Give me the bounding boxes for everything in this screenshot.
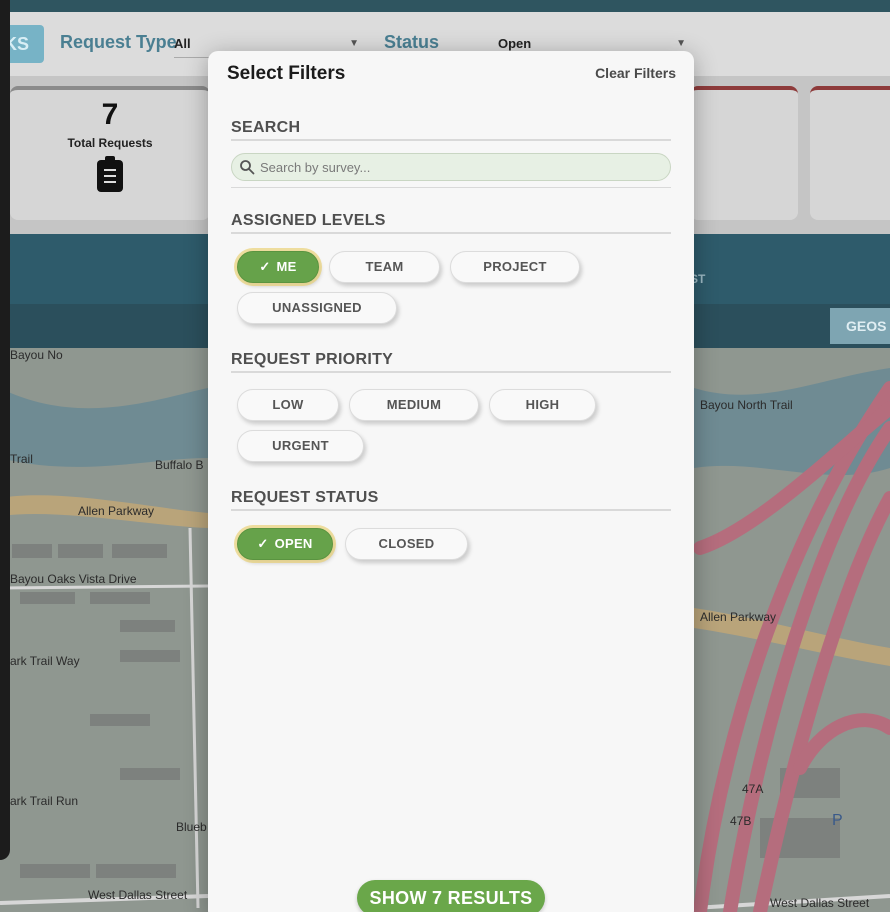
- request-type-label: Request Type: [60, 32, 177, 52]
- chip-assigned-me[interactable]: ✓ ME: [237, 251, 319, 283]
- request-status-heading: REQUEST STATUS: [231, 489, 379, 506]
- status-value: Open: [498, 36, 532, 51]
- stats-card[interactable]: [810, 86, 890, 220]
- map-label: Buffalo B: [155, 458, 204, 472]
- status-label: Status: [384, 32, 440, 52]
- device-frame-edge: [0, 0, 10, 860]
- check-icon: ✓: [259, 259, 271, 274]
- select-filters-modal: Select Filters Clear Filters SEARCH ASSI…: [208, 51, 694, 912]
- search-heading: SEARCH: [231, 119, 301, 136]
- search-field[interactable]: [231, 153, 671, 181]
- total-requests-label: Total Requests: [67, 136, 153, 150]
- map-label: ark Trail Run: [10, 794, 79, 808]
- stats-card[interactable]: [690, 86, 798, 220]
- chip-priority-high[interactable]: HIGH: [489, 389, 596, 421]
- section-divider: [231, 509, 671, 511]
- chip-priority-medium[interactable]: MEDIUM: [349, 389, 479, 421]
- map-label: Trail: [10, 452, 33, 466]
- clear-filters-button[interactable]: Clear Filters: [595, 65, 676, 81]
- search-icon: [240, 160, 255, 175]
- map-label: Bayou North Trail: [700, 398, 793, 412]
- map-label: 47A: [742, 782, 764, 796]
- map-label: Bayou Oaks Vista Drive: [10, 572, 137, 586]
- chip-assigned-team[interactable]: TEAM: [329, 251, 440, 283]
- section-divider: [231, 139, 671, 141]
- total-requests-card[interactable]: 7 Total Requests: [10, 86, 210, 220]
- chevron-down-icon: ▼: [676, 38, 686, 49]
- modal-title: Select Filters: [227, 63, 346, 84]
- map-label: Blueb: [176, 820, 207, 834]
- map-label: Bayou No: [10, 348, 63, 362]
- request-type-value: All: [174, 36, 191, 51]
- map-label: Allen Parkway: [700, 610, 777, 624]
- section-divider: [231, 371, 671, 373]
- total-requests-count: 7: [101, 98, 119, 131]
- chip-status-open[interactable]: ✓ OPEN: [237, 528, 333, 560]
- chip-assigned-unassigned[interactable]: UNASSIGNED: [237, 292, 397, 324]
- check-icon: ✓: [257, 536, 269, 551]
- request-priority-heading: REQUEST PRIORITY: [231, 351, 394, 368]
- chip-assigned-project[interactable]: PROJECT: [450, 251, 580, 283]
- map-label: Allen Parkway: [78, 504, 155, 518]
- geosearch-button[interactable]: GEOS: [830, 308, 890, 344]
- assigned-levels-heading: ASSIGNED LEVELS: [231, 212, 386, 229]
- section-divider: [231, 187, 671, 188]
- chevron-down-icon: ▼: [349, 38, 359, 49]
- show-results-button[interactable]: SHOW 7 RESULTS: [357, 880, 545, 912]
- search-input[interactable]: [260, 157, 660, 177]
- clipboard-icon: [97, 156, 123, 192]
- section-divider: [231, 232, 671, 234]
- map-label: 47B: [730, 814, 752, 828]
- map-label: ark Trail Way: [10, 654, 80, 668]
- app-top-bar: [0, 0, 890, 12]
- chip-priority-low[interactable]: LOW: [237, 389, 339, 421]
- map-label: West Dallas Street: [770, 896, 870, 910]
- chip-status-closed[interactable]: CLOSED: [345, 528, 468, 560]
- chip-priority-urgent[interactable]: URGENT: [237, 430, 364, 462]
- map-label: West Dallas Street: [88, 888, 188, 902]
- parking-icon: P: [832, 812, 843, 829]
